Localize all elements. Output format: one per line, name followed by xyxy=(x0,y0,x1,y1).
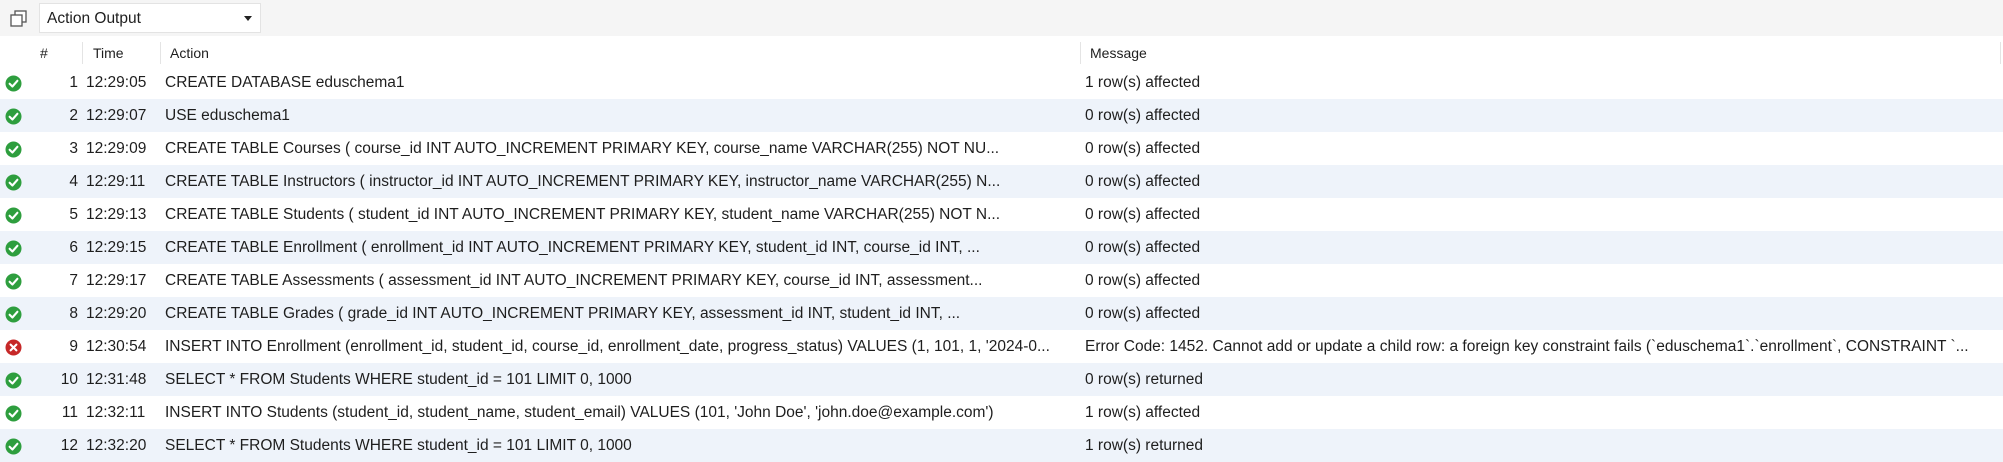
table-row[interactable]: 9 12:30:54 INSERT INTO Enrollment (enrollm… xyxy=(0,330,2003,363)
row-number: 3 xyxy=(69,140,78,157)
row-time: 12:29:17 xyxy=(86,272,147,289)
row-number: 8 xyxy=(69,305,78,322)
row-number: 7 xyxy=(69,272,78,289)
column-divider[interactable] xyxy=(82,42,83,64)
row-number: 12 xyxy=(60,437,78,454)
success-check-icon xyxy=(5,75,22,92)
row-message: 0 row(s) affected xyxy=(1085,173,1201,190)
row-number: 2 xyxy=(69,107,78,124)
success-check-icon xyxy=(5,174,22,191)
table-row[interactable]: 5 12:29:13 CREATE TABLE Students ( student… xyxy=(0,198,2003,231)
row-message: 1 row(s) returned xyxy=(1085,437,1204,454)
success-check-icon xyxy=(5,273,22,290)
output-toolbar: Action Output xyxy=(0,0,2003,36)
row-time: 12:30:54 xyxy=(86,338,147,355)
row-message: 0 row(s) affected xyxy=(1085,239,1201,256)
row-time: 12:32:20 xyxy=(86,437,147,454)
success-check-icon xyxy=(5,372,22,389)
row-action: USE eduschema1 xyxy=(165,107,290,124)
row-message: 1 row(s) affected xyxy=(1085,74,1201,91)
chevron-down-icon xyxy=(244,16,252,21)
column-divider[interactable] xyxy=(160,42,161,64)
row-action: CREATE TABLE Instructors ( instructor_id… xyxy=(165,173,1001,190)
row-message: 0 row(s) affected xyxy=(1085,107,1201,124)
row-time: 12:29:20 xyxy=(86,305,147,322)
row-action: CREATE TABLE Courses ( course_id INT AUT… xyxy=(165,140,1000,157)
row-number: 4 xyxy=(69,173,78,190)
row-number: 1 xyxy=(69,74,78,91)
row-action: SELECT * FROM Students WHERE student_id … xyxy=(165,371,632,388)
success-check-icon xyxy=(5,240,22,257)
row-message: 1 row(s) affected xyxy=(1085,404,1201,421)
table-row[interactable]: 2 12:29:07 USE eduschema1 0 row(s) affected xyxy=(0,99,2003,132)
table-row[interactable]: 6 12:29:15 CREATE TABLE Enrollment ( enrol… xyxy=(0,231,2003,264)
table-header: # Time Action Message xyxy=(0,39,2003,66)
table-row[interactable]: 12 12:32:20 SELECT * FROM Students WHERE s… xyxy=(0,429,2003,462)
copy-windows-icon[interactable] xyxy=(9,9,29,29)
success-check-icon xyxy=(5,306,22,323)
row-time: 12:29:07 xyxy=(86,107,147,124)
success-check-icon xyxy=(5,207,22,224)
row-message: 0 row(s) affected xyxy=(1085,140,1201,157)
success-check-icon xyxy=(5,108,22,125)
row-number: 9 xyxy=(69,338,78,355)
row-message: 0 row(s) returned xyxy=(1085,371,1204,388)
action-output-table: # Time Action Message 1 12:29:05 CREATE DA… xyxy=(0,39,2003,462)
row-action: CREATE DATABASE eduschema1 xyxy=(165,74,405,91)
table-row[interactable]: 1 12:29:05 CREATE DATABASE eduschema1 1 row… xyxy=(0,66,2003,99)
column-header-time[interactable]: Time xyxy=(93,45,124,65)
table-row[interactable]: 10 12:31:48 SELECT * FROM Students WHERE s… xyxy=(0,363,2003,396)
row-action: CREATE TABLE Assessments ( assessment_id… xyxy=(165,272,983,289)
row-time: 12:29:05 xyxy=(86,74,147,91)
table-row[interactable]: 8 12:29:20 CREATE TABLE Grades ( grade_id … xyxy=(0,297,2003,330)
row-message: Error Code: 1452. Cannot add or update a… xyxy=(1085,338,1969,355)
table-row[interactable]: 3 12:29:09 CREATE TABLE Courses ( course_i… xyxy=(0,132,2003,165)
row-action: INSERT INTO Students (student_id, studen… xyxy=(165,404,994,421)
row-time: 12:29:11 xyxy=(86,173,146,190)
row-action: INSERT INTO Enrollment (enrollment_id, s… xyxy=(165,338,1050,355)
output-type-label: Action Output xyxy=(47,10,141,27)
row-number: 5 xyxy=(69,206,78,223)
success-check-icon xyxy=(5,438,22,455)
column-divider[interactable] xyxy=(2000,42,2001,64)
output-type-dropdown[interactable]: Action Output xyxy=(39,3,261,33)
column-header-num[interactable]: # xyxy=(40,45,48,65)
row-message: 0 row(s) affected xyxy=(1085,305,1201,322)
row-action: CREATE TABLE Grades ( grade_id INT AUTO_… xyxy=(165,305,961,322)
row-time: 12:31:48 xyxy=(86,371,147,388)
row-message: 0 row(s) affected xyxy=(1085,272,1201,289)
row-number: 11 xyxy=(61,404,78,421)
table-body: 1 12:29:05 CREATE DATABASE eduschema1 1 row… xyxy=(0,66,2003,462)
row-time: 12:29:13 xyxy=(86,206,147,223)
row-number: 6 xyxy=(69,239,78,256)
column-header-message[interactable]: Message xyxy=(1090,45,1147,65)
row-message: 0 row(s) affected xyxy=(1085,206,1201,223)
column-divider[interactable] xyxy=(1080,42,1081,64)
table-row[interactable]: 4 12:29:11 CREATE TABLE Instructors ( inst… xyxy=(0,165,2003,198)
row-action: CREATE TABLE Students ( student_id INT A… xyxy=(165,206,1001,223)
row-time: 12:29:15 xyxy=(86,239,147,256)
column-header-action[interactable]: Action xyxy=(170,45,209,65)
table-row[interactable]: 7 12:29:17 CREATE TABLE Assessments ( asse… xyxy=(0,264,2003,297)
row-time: 12:32:11 xyxy=(86,404,146,421)
table-row[interactable]: 11 12:32:11 INSERT INTO Students (student_… xyxy=(0,396,2003,429)
success-check-icon xyxy=(5,405,22,422)
row-time: 12:29:09 xyxy=(86,140,147,157)
row-number: 10 xyxy=(60,371,78,388)
row-action: CREATE TABLE Enrollment ( enrollment_id … xyxy=(165,239,980,256)
error-x-icon xyxy=(5,339,22,356)
row-action: SELECT * FROM Students WHERE student_id … xyxy=(165,437,632,454)
success-check-icon xyxy=(5,141,22,158)
